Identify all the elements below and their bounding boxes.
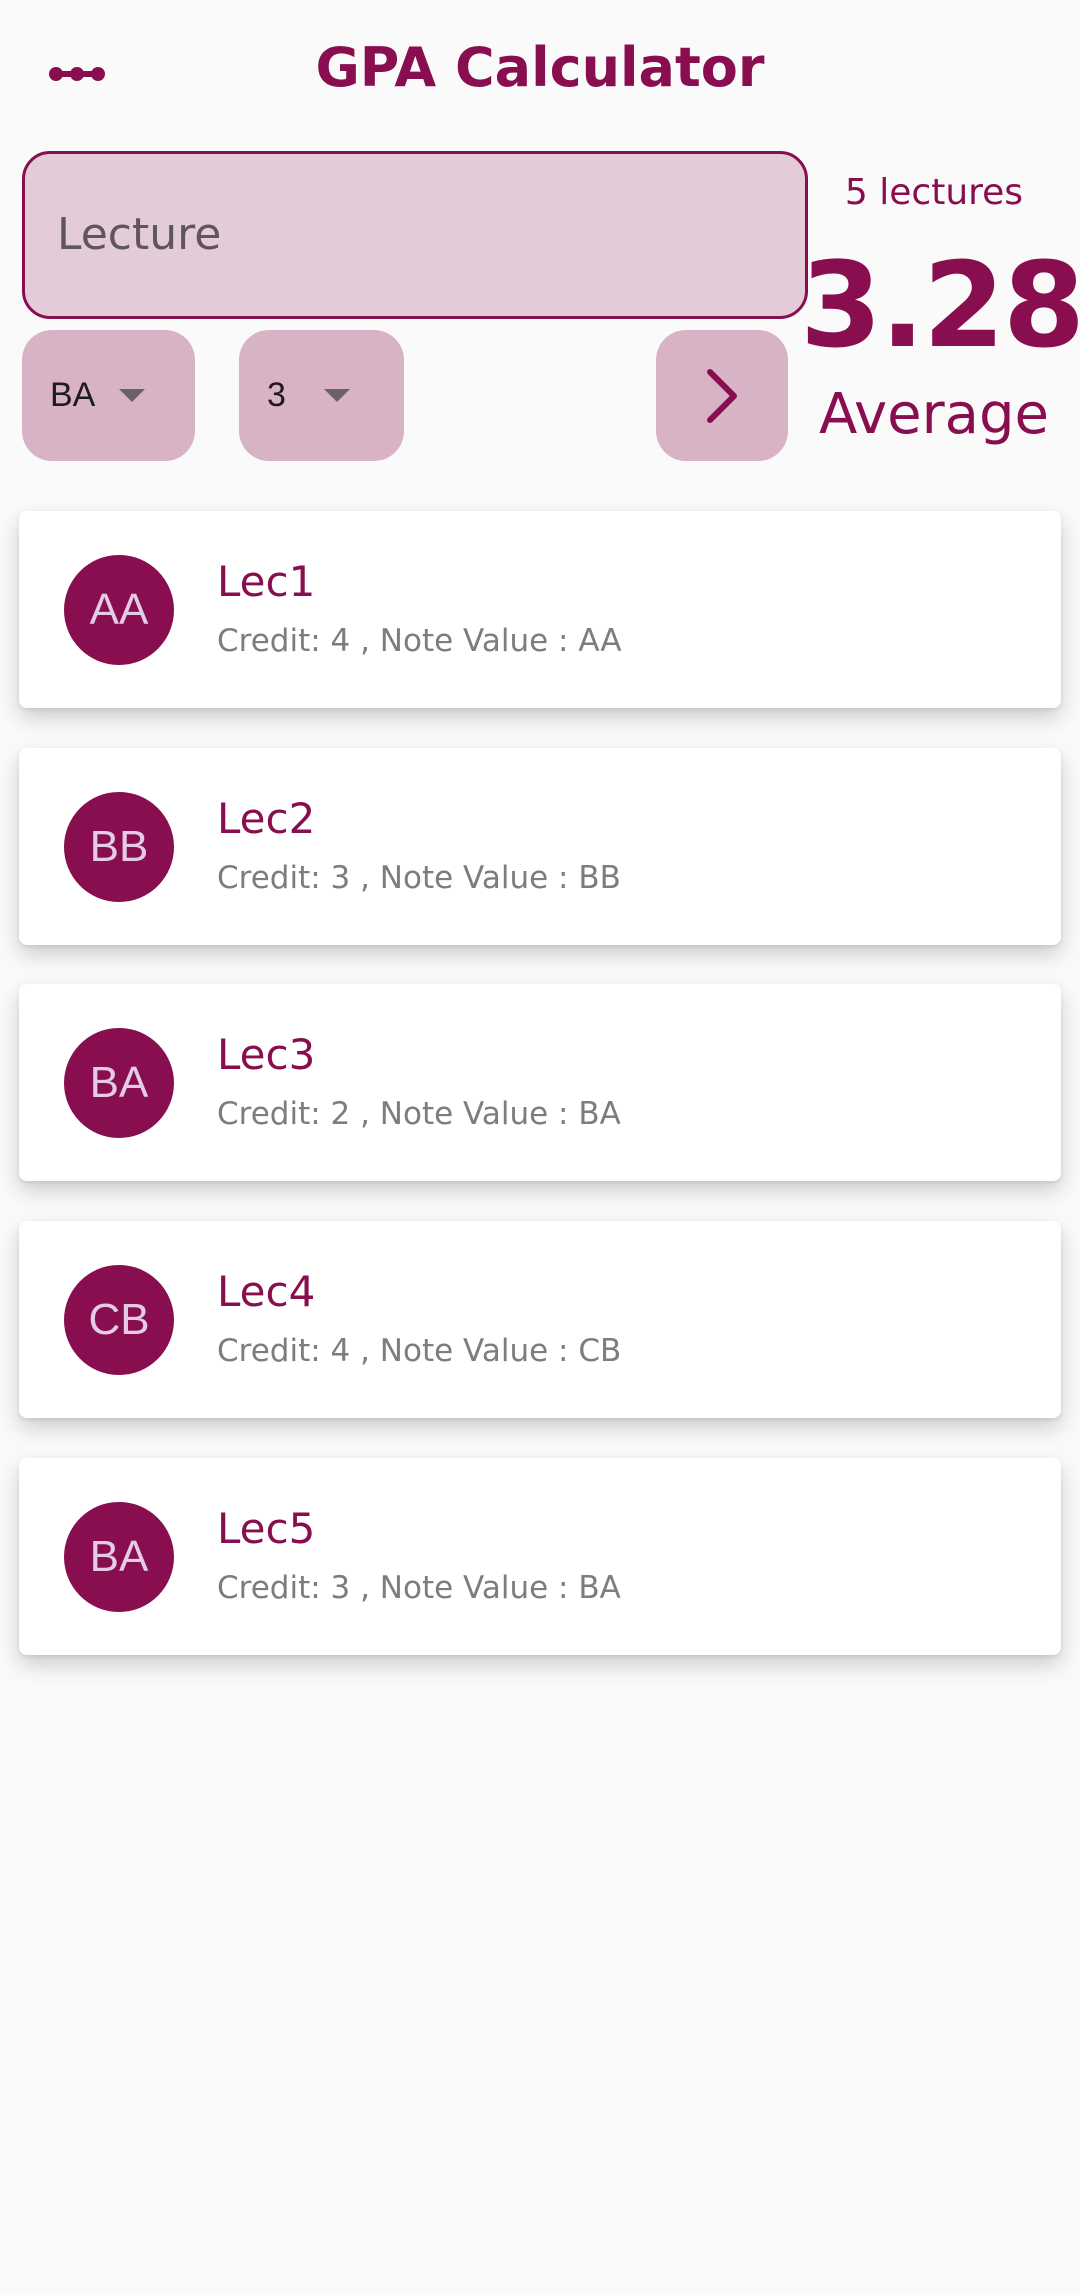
- lecture-name: Lec5: [217, 1504, 316, 1553]
- lecture-name: Lec3: [217, 1030, 316, 1079]
- page-title: GPA Calculator: [315, 36, 765, 99]
- note-avatar: CB: [64, 1265, 174, 1375]
- lecture-card[interactable]: BA Lec5 Credit: 3 , Note Value : BA: [19, 1458, 1061, 1655]
- lecture-card[interactable]: AA Lec1 Credit: 4 , Note Value : AA: [19, 511, 1061, 708]
- lecture-card[interactable]: CB Lec4 Credit: 4 , Note Value : CB: [19, 1221, 1061, 1418]
- caret-down-icon: [323, 389, 350, 402]
- average-label: Average: [819, 382, 1049, 447]
- lecture-name: Lec4: [217, 1267, 316, 1316]
- note-avatar: AA: [64, 555, 174, 665]
- lecture-detail: Credit: 4 , Note Value : AA: [217, 623, 622, 659]
- lecture-detail: Credit: 4 , Note Value : CB: [217, 1333, 622, 1369]
- app-bar: GPA Calculator: [0, 0, 1080, 150]
- lecture-name: Lec1: [217, 557, 316, 606]
- lecture-card[interactable]: BA Lec3 Credit: 2 , Note Value : BA: [19, 984, 1061, 1181]
- lecture-detail: Credit: 3 , Note Value : BA: [217, 1570, 621, 1606]
- lecture-card[interactable]: BB Lec2 Credit: 3 , Note Value : BB: [19, 748, 1061, 945]
- lecture-name: Lec2: [217, 794, 316, 843]
- gpa-screen: GPA Calculator Lecture BA 3 5 lectures 3…: [0, 0, 1080, 2295]
- lecture-count: 5 lectures: [844, 172, 1024, 213]
- note-avatar: BA: [64, 1502, 174, 1612]
- note-avatar: BB: [64, 792, 174, 902]
- credit-dropdown[interactable]: 3: [239, 330, 404, 461]
- add-lecture-button[interactable]: [656, 330, 788, 461]
- gpa-average-value: 3.28: [800, 236, 1080, 374]
- lecture-detail: Credit: 2 , Note Value : BA: [217, 1096, 621, 1132]
- credit-dropdown-value: 3: [267, 376, 286, 414]
- lecture-detail: Credit: 3 , Note Value : BB: [217, 860, 621, 896]
- note-avatar: BA: [64, 1028, 174, 1138]
- caret-down-icon: [119, 389, 146, 402]
- lecture-name-input[interactable]: Lecture: [22, 151, 808, 319]
- note-dropdown[interactable]: BA: [22, 330, 195, 461]
- note-dropdown-value: BA: [50, 376, 96, 414]
- chevron-right-icon: [707, 369, 737, 423]
